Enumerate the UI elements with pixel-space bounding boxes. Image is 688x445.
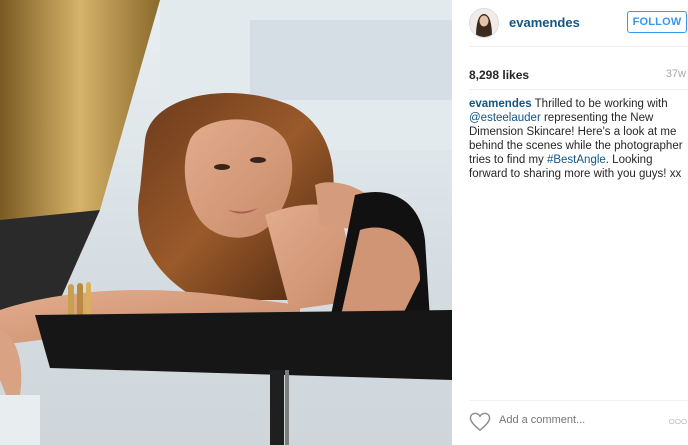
likes-divider [469,89,688,90]
username-link[interactable]: evamendes [509,15,580,30]
post-time[interactable]: 37w [666,68,686,80]
comment-input[interactable] [499,414,619,426]
post-caption: evamendes Thrilled to be working with @e… [469,97,688,181]
footer-divider [469,400,688,401]
caption-username[interactable]: evamendes [469,98,532,110]
avatar[interactable] [469,8,499,38]
photo-artwork [0,0,452,445]
caption-hashtag[interactable]: #BestAngle [547,154,606,166]
follow-button[interactable]: FOLLOW [627,11,687,33]
likes-count[interactable]: 8,298 likes [469,68,529,82]
more-options-icon[interactable]: ○○○ [668,414,688,428]
avatar-image [470,9,498,37]
caption-text-1: Thrilled to be working with [531,98,668,110]
header-divider [469,46,688,47]
post-side-panel: evamendes FOLLOW 8,298 likes 37w evamend… [452,0,688,445]
post-photo[interactable] [0,0,452,445]
heart-icon[interactable] [469,412,491,432]
caption-mention[interactable]: @esteelauder [469,112,541,124]
